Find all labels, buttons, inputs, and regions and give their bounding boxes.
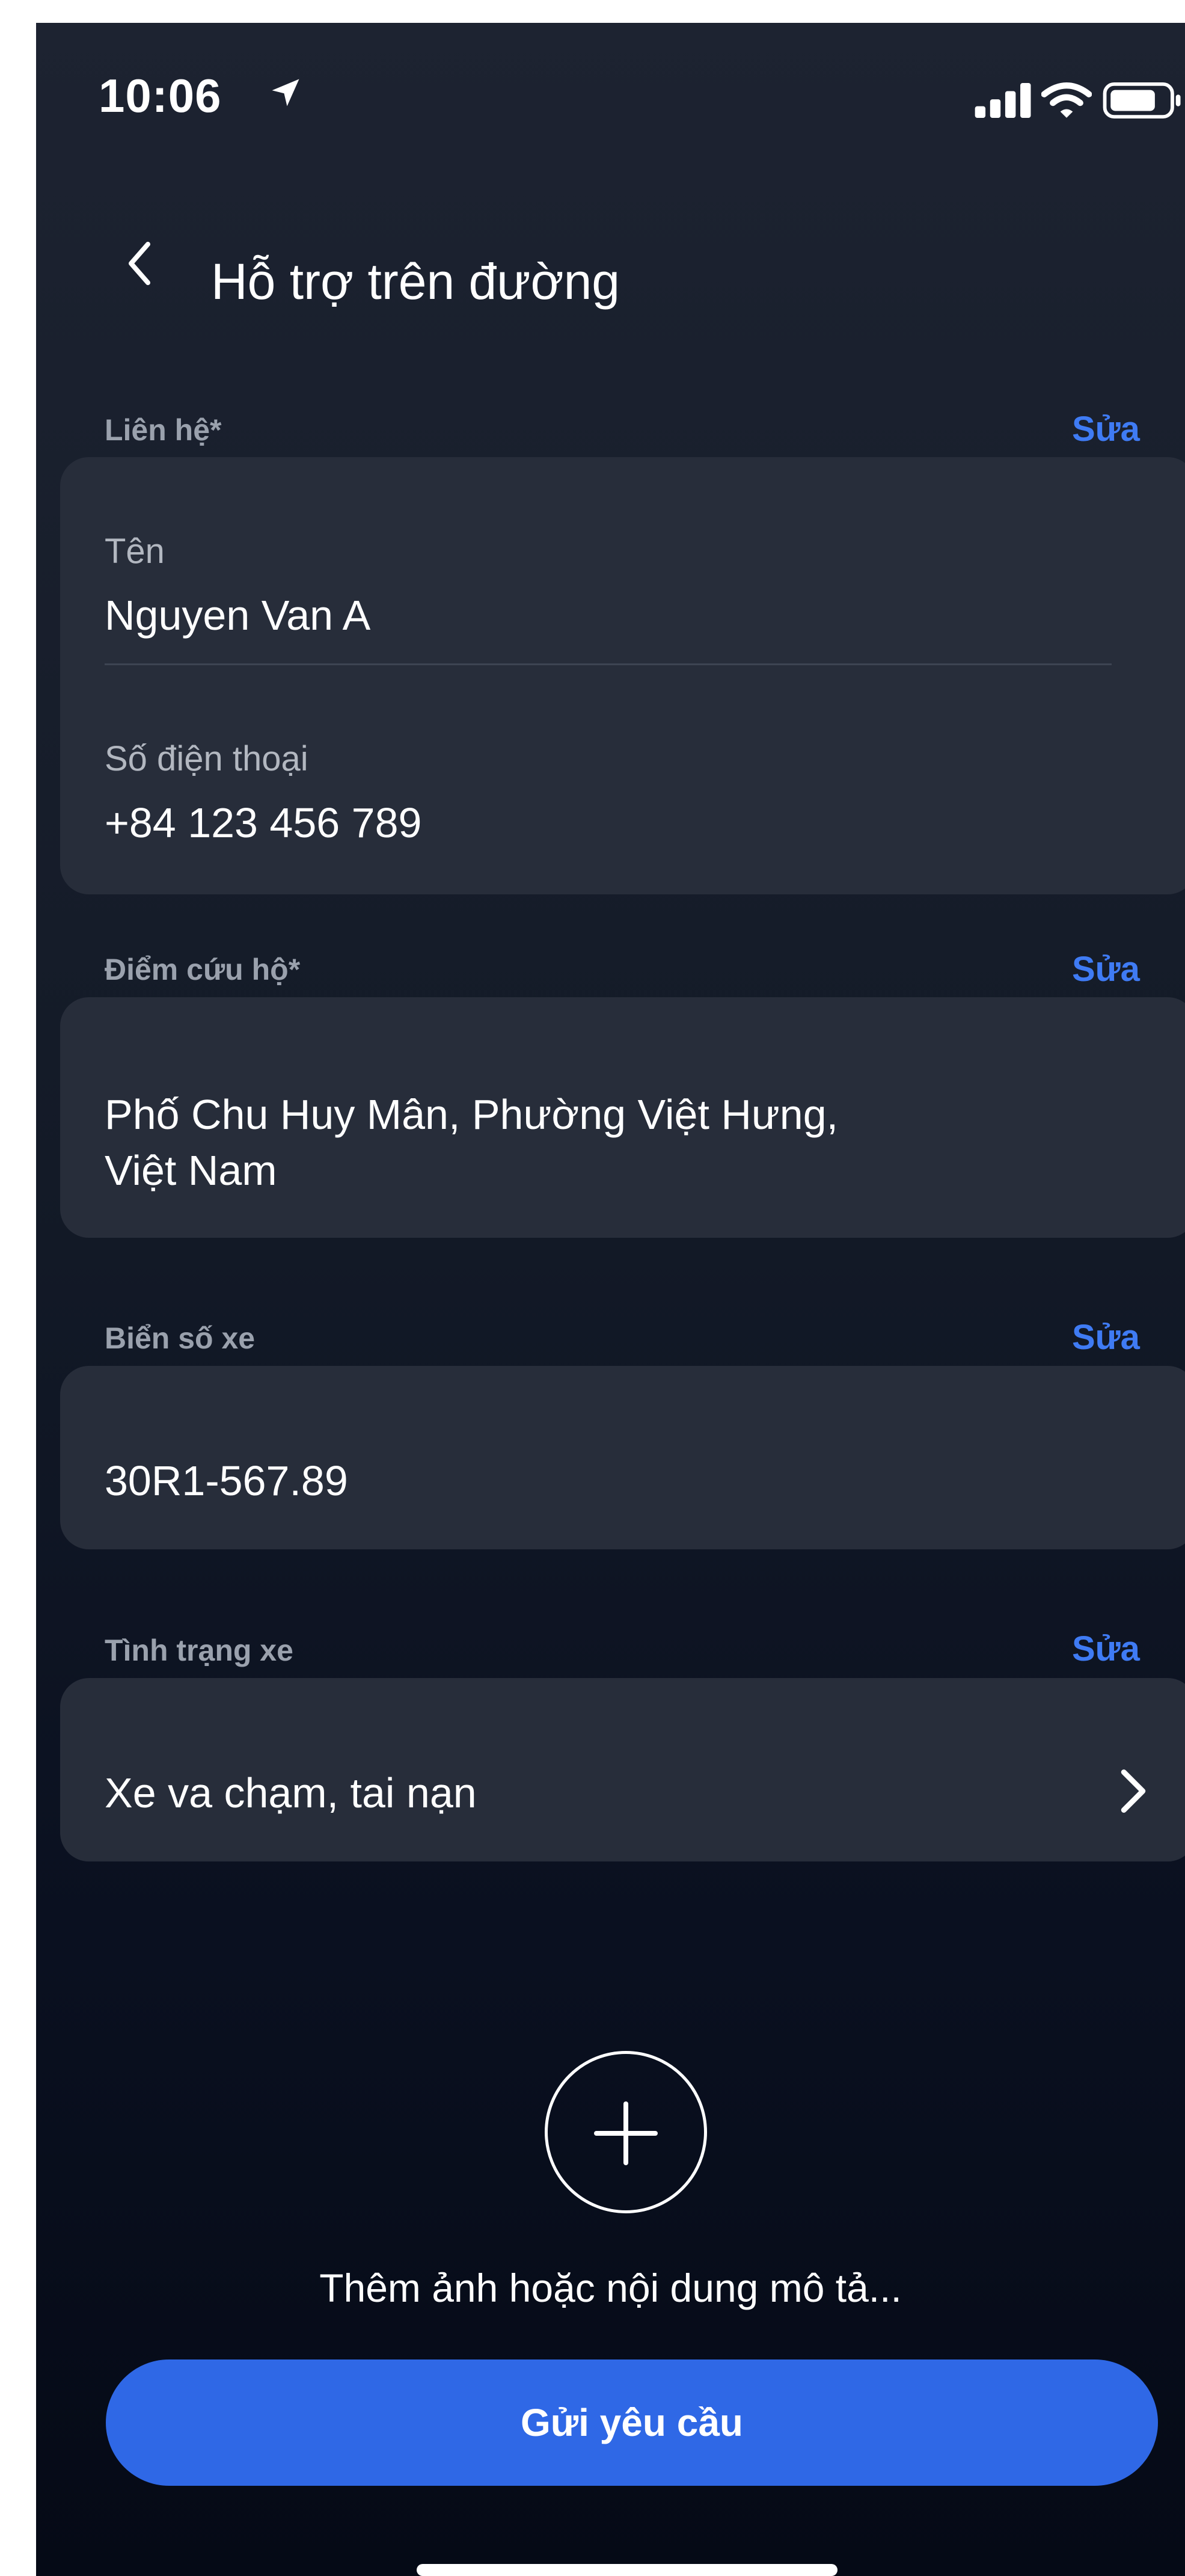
divider: [105, 663, 1112, 665]
name-value: Nguyen Van A: [105, 592, 371, 639]
battery-icon: [1103, 82, 1181, 119]
condition-value: Xe va chạm, tai nạn: [105, 1769, 477, 1816]
chevron-right-icon[interactable]: [1112, 1764, 1154, 1818]
location-arrow-icon: [272, 79, 299, 106]
contact-section-label: Liên hệ*: [105, 413, 222, 447]
signal-icon: [975, 83, 1031, 118]
add-attachment-button[interactable]: [545, 2051, 707, 2213]
status-time: 10:06: [99, 69, 222, 122]
attachment-hint: Thêm ảnh hoặc nội dung mô tả...: [319, 2266, 902, 2310]
name-label: Tên: [105, 532, 165, 571]
home-indicator: [417, 2564, 837, 2576]
rescue-point-edit-button[interactable]: Sửa: [1072, 949, 1140, 989]
rescue-point-section-label: Điểm cứu hộ*: [105, 953, 301, 986]
plus-icon-vertical: [623, 2101, 628, 2165]
address-line-2: Việt Nam: [105, 1147, 277, 1194]
app-screen: 10:06 Hỗ trợ trên đường Liên hệ* Sửa Tên…: [36, 23, 1185, 2576]
condition-edit-button[interactable]: Sửa: [1072, 1629, 1140, 1669]
address-line-1: Phố Chu Huy Mân, Phường Việt Hưng,: [105, 1091, 839, 1138]
submit-button[interactable]: Gửi yêu cầu: [106, 2359, 1158, 2486]
phone-label: Số điện thoại: [105, 739, 308, 778]
page-title: Hỗ trợ trên đường: [211, 253, 620, 310]
phone-value: +84 123 456 789: [105, 799, 422, 846]
plate-section-label: Biển số xe: [105, 1321, 256, 1355]
contact-edit-button[interactable]: Sửa: [1072, 409, 1140, 449]
wifi-icon: [1041, 82, 1092, 118]
back-chevron-icon[interactable]: [118, 239, 161, 287]
plate-edit-button[interactable]: Sửa: [1072, 1317, 1140, 1357]
condition-section-label: Tình trạng xe: [105, 1634, 293, 1667]
plate-value: 30R1-567.89: [105, 1457, 348, 1504]
